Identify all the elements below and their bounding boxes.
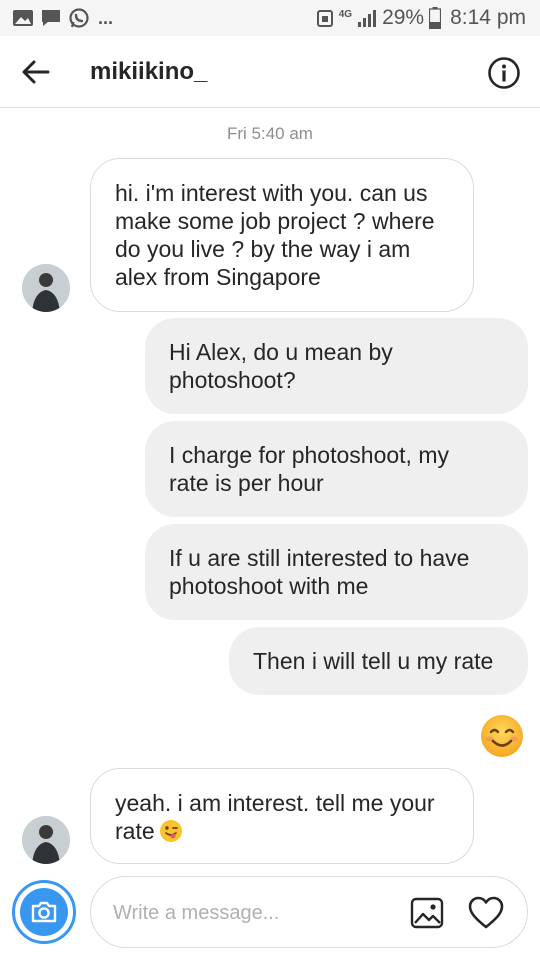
chat-header: mikiikino_	[0, 36, 540, 108]
avatar-photo	[22, 264, 70, 312]
avatar-photo	[22, 816, 70, 864]
message-line: yeah. i am interest. tell me your	[115, 790, 435, 816]
message-input[interactable]	[113, 895, 393, 931]
sender-avatar[interactable]	[22, 264, 70, 312]
camera-button-fill	[20, 888, 68, 936]
message-composer	[90, 876, 528, 948]
status-bar: ... 4G 29% 8:14 pm	[0, 0, 540, 36]
message-line: photoshoot?	[169, 367, 296, 393]
signal-strength-icon	[358, 10, 377, 27]
message-date-divider: Fri 5:40 am	[227, 124, 313, 143]
whatsapp-notification-icon	[69, 8, 89, 28]
camera-icon	[31, 901, 57, 923]
message-line: do you live ? by the way i am	[115, 236, 411, 262]
message-bubble-incoming[interactable]: yeah. i am interest. tell me your rate	[90, 768, 474, 864]
message-bubble-outgoing[interactable]: Then i will tell u my rate	[229, 627, 528, 695]
sender-avatar[interactable]	[22, 816, 70, 864]
battery-icon	[429, 7, 442, 29]
message-line: rate is per hour	[169, 470, 324, 496]
message-line: Then i will tell u my rate	[253, 648, 494, 674]
chat-username[interactable]: mikiikino_	[90, 58, 207, 86]
alarm-icon	[316, 10, 333, 27]
message-line: rate	[115, 818, 155, 844]
message-line: Hi Alex, do u mean by	[169, 339, 393, 365]
message-bubble-outgoing[interactable]: Hi Alex, do u mean by photoshoot?	[145, 318, 528, 414]
winking-tongue-face-icon	[159, 820, 182, 842]
notification-icons: ...	[12, 7, 113, 29]
system-status: 4G 29% 8:14 pm	[316, 6, 526, 30]
message-line: hi. i'm interest with you. can us	[115, 180, 428, 206]
info-icon[interactable]	[487, 56, 521, 90]
message-bubble-outgoing[interactable]: I charge for photoshoot, my rate is per …	[145, 421, 528, 517]
image-notification-icon	[13, 10, 33, 26]
message-bubble-incoming[interactable]: hi. i'm interest with you. can us make s…	[90, 158, 474, 312]
heart-icon[interactable]	[467, 894, 505, 932]
clock: 8:14 pm	[450, 6, 526, 29]
message-line-with-emoji: rate	[115, 817, 449, 845]
back-arrow-icon[interactable]	[20, 58, 52, 86]
more-notifications-indicator: ...	[98, 8, 114, 28]
message-line: alex from Singapore	[115, 264, 321, 290]
smiling-face-icon[interactable]	[479, 713, 525, 759]
message-line: photoshoot with me	[169, 573, 369, 599]
network-type-label: 4G	[338, 9, 353, 20]
message-line: make some job project ? where	[115, 208, 435, 234]
message-line: If u are still interested to have	[169, 545, 470, 571]
camera-button[interactable]	[12, 880, 76, 944]
battery-percent: 29%	[382, 6, 425, 29]
message-notification-icon	[42, 10, 60, 26]
message-line: I charge for photoshoot, my	[169, 442, 449, 468]
message-bubble-outgoing[interactable]: If u are still interested to have photos…	[145, 524, 528, 620]
gallery-icon[interactable]	[409, 895, 445, 931]
